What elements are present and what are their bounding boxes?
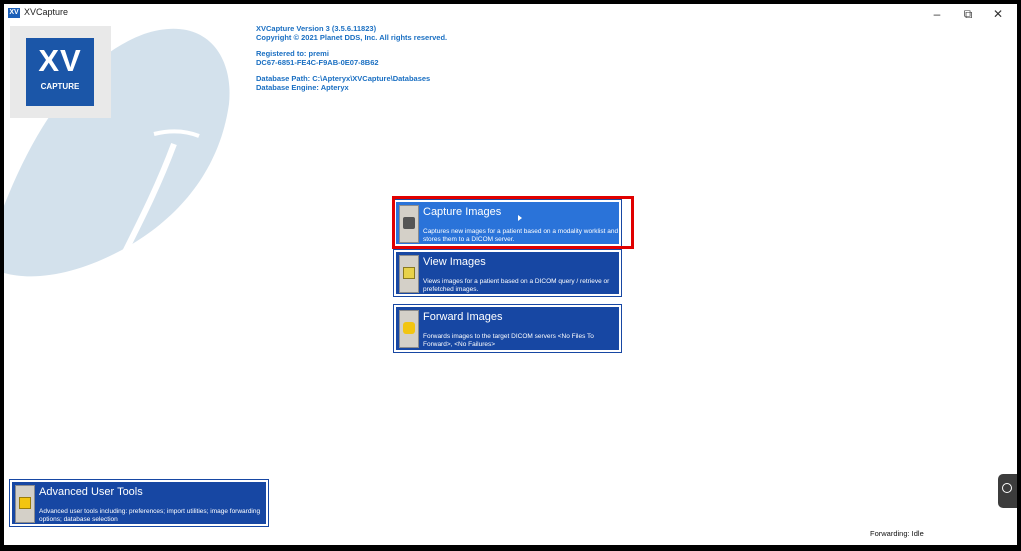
selection-highlight-box <box>392 196 634 249</box>
window-title: XVCapture <box>24 7 69 17</box>
forward-images-description: Forwards images to the target DICOM serv… <box>423 333 594 348</box>
forward-images-button[interactable]: Forward Images Forwards images to the ta… <box>393 304 622 353</box>
xv-app-icon: XV <box>8 8 20 18</box>
advanced-user-tools-title: Advanced User Tools <box>39 486 143 498</box>
advanced-user-tools-button[interactable]: Advanced User Tools Advanced user tools … <box>9 479 269 527</box>
logo-sub-text: CAPTURE <box>40 82 80 91</box>
mouse-cursor-icon <box>518 215 522 221</box>
logo-main-text: XV <box>38 43 82 78</box>
close-button[interactable]: ✕ <box>982 4 1014 24</box>
advanced-user-tools-description: Advanced user tools including: preferenc… <box>39 508 261 523</box>
version-text: XVCapture Version 3 (3.5.6.11823) <box>256 24 377 33</box>
registered-to-text: Registered to: premi <box>256 49 329 58</box>
view-images-button[interactable]: View Images Views images for a patient b… <box>393 249 622 297</box>
xv-capture-logo: XV CAPTURE <box>10 26 111 118</box>
view-images-description: Views images for a patient based on a DI… <box>423 278 610 293</box>
forwarding-status: Forwarding: Idle <box>870 529 924 538</box>
license-key-text: DC67-6851-FE4C-F9AB-0E07-8B62 <box>256 58 379 67</box>
database-forward-icon <box>399 310 419 348</box>
database-engine-text: Database Engine: Apteryx <box>256 83 349 92</box>
app-window: XV XVCapture – ⧉ ✕ XV CAPTURE XVCapture … <box>4 4 1017 545</box>
minimize-button[interactable]: – <box>921 4 953 24</box>
restore-button[interactable]: ⧉ <box>952 4 984 24</box>
copyright-text: Copyright © 2021 Planet DDS, Inc. All ri… <box>256 33 448 42</box>
view-images-title: View Images <box>423 256 486 268</box>
side-panel-tab[interactable] <box>998 474 1017 508</box>
tools-icon <box>15 485 35 523</box>
title-bar: XV XVCapture – ⧉ ✕ <box>4 4 1017 24</box>
picture-icon <box>399 255 419 293</box>
forward-images-title: Forward Images <box>423 311 503 323</box>
database-path-text: Database Path: C:\Apteryx\XVCapture\Data… <box>256 74 431 83</box>
side-tab-icon <box>1002 483 1012 493</box>
